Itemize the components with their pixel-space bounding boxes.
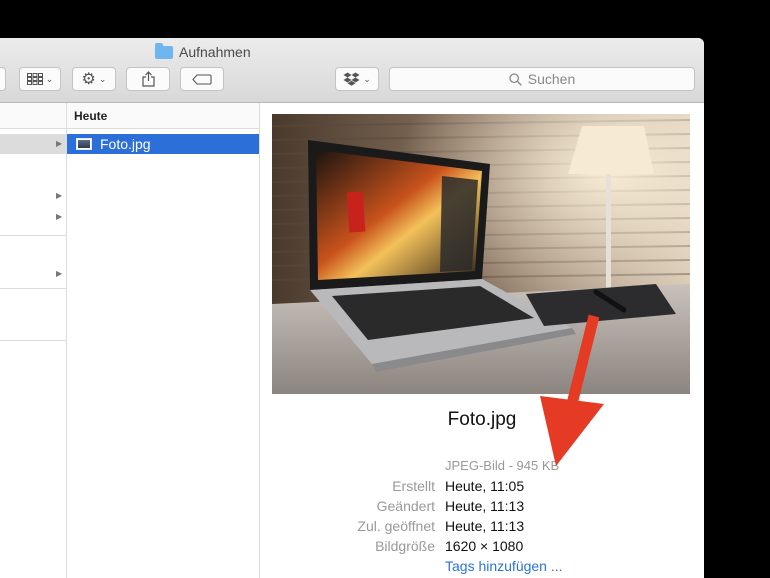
annotation-arrow [540, 314, 604, 466]
